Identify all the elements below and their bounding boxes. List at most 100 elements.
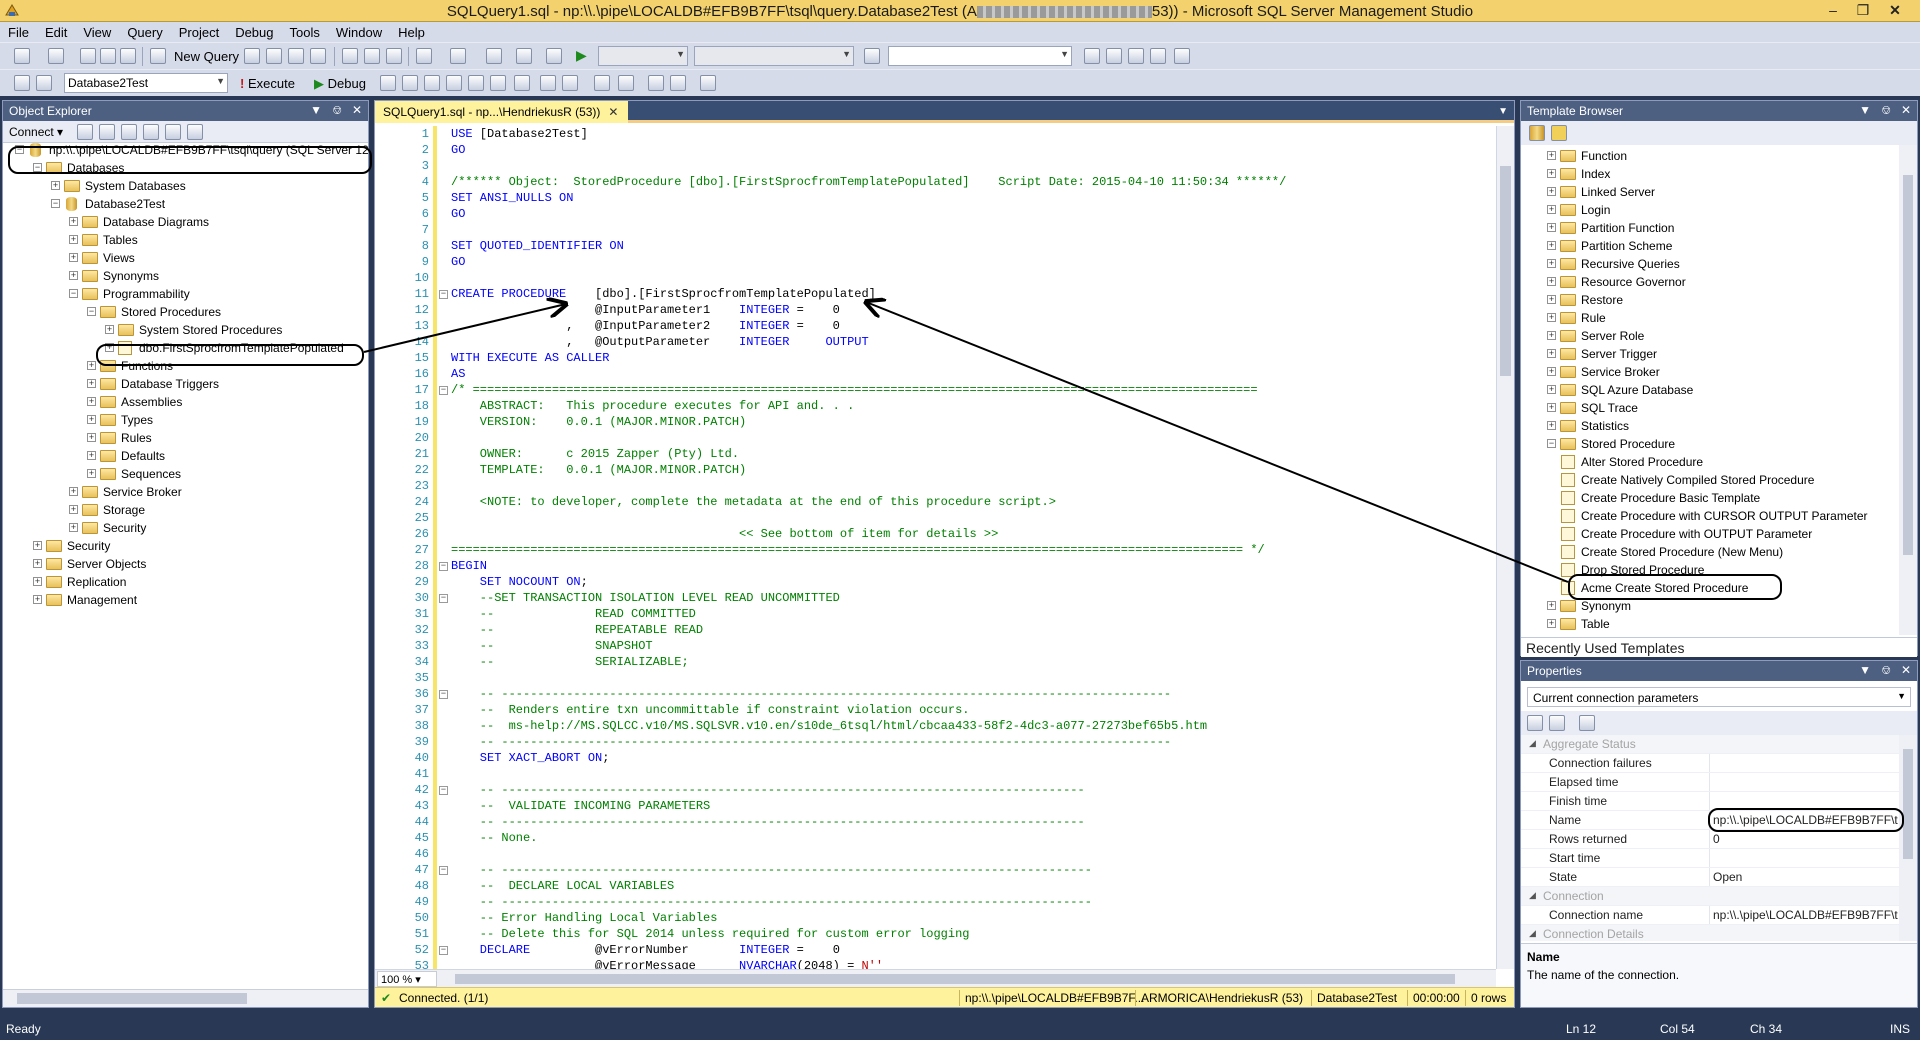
open-file-icon[interactable]	[80, 48, 96, 64]
actual-plan-icon[interactable]	[490, 75, 506, 91]
code-line[interactable]: 49 -- ----------------------------------…	[375, 894, 1496, 910]
navigate-forward-icon[interactable]	[516, 48, 532, 64]
solution-platform-select[interactable]: ▼	[694, 46, 854, 66]
paste-icon[interactable]	[386, 48, 402, 64]
code-line[interactable]: 52 − DECLARE @vErrorNumber INTEGER = 0	[375, 942, 1496, 958]
properties-object-select[interactable]: Current connection parameters ▼	[1527, 687, 1911, 707]
code-line[interactable]: 25	[375, 510, 1496, 526]
pin-icon[interactable]: ⎊	[332, 103, 342, 118]
property-row[interactable]: State Open	[1521, 868, 1899, 887]
code-line[interactable]: 30 − --SET TRANSACTION ISOLATION LEVEL RE…	[375, 590, 1496, 606]
analysis-services-templates-icon[interactable]	[1551, 125, 1567, 141]
code-line[interactable]: 1 USE [Database2Test]	[375, 126, 1496, 142]
change-connection-icon[interactable]	[36, 75, 52, 91]
increase-indent-icon[interactable]	[670, 75, 686, 91]
collapse-region-icon[interactable]: −	[439, 690, 448, 699]
object-explorer-hscroll[interactable]	[3, 989, 368, 1007]
code-line[interactable]: 33 -- SNAPSHOT	[375, 638, 1496, 654]
expand-icon[interactable]: +	[87, 379, 96, 388]
code-line[interactable]: 36 − -- ---------------------------------…	[375, 686, 1496, 702]
code-line[interactable]: 32 -- REPEATABLE READ	[375, 622, 1496, 638]
code-line[interactable]: 44 -- ----------------------------------…	[375, 814, 1496, 830]
category-collapse-icon[interactable]: ◢	[1529, 928, 1536, 939]
expand-icon[interactable]: +	[33, 559, 42, 568]
expand-icon[interactable]: +	[1547, 259, 1556, 268]
code-line[interactable]: 17 −/* ==================================…	[375, 382, 1496, 398]
expand-icon[interactable]: +	[1547, 277, 1556, 286]
code-line[interactable]: 27 ======================================…	[375, 542, 1496, 558]
collapse-region-icon[interactable]: −	[439, 594, 448, 603]
query-document-tab[interactable]: SQLQuery1.sql - np...\HendriekusR (53)) ✕	[375, 101, 629, 123]
expand-icon[interactable]: +	[1547, 421, 1556, 430]
minimize-button[interactable]: –	[1818, 0, 1848, 20]
comment-icon[interactable]	[594, 75, 610, 91]
save-icon[interactable]	[100, 48, 116, 64]
code-line[interactable]: 21 OWNER: c 2015 Zapper (Pty) Ltd.	[375, 446, 1496, 462]
filter-icon[interactable]	[143, 124, 159, 140]
expand-icon[interactable]: +	[1547, 187, 1556, 196]
property-row[interactable]: Connection failures	[1521, 754, 1899, 773]
menu-tools[interactable]: Tools	[282, 22, 328, 40]
copy-icon[interactable]	[364, 48, 380, 64]
code-line[interactable]: 39 -- ----------------------------------…	[375, 734, 1496, 750]
expand-icon[interactable]: +	[33, 577, 42, 586]
navigate-backward-icon[interactable]	[486, 48, 502, 64]
code-line[interactable]: 19 VERSION: 0.0.1 (MAJOR.MINOR.PATCH)	[375, 414, 1496, 430]
code-line[interactable]: 13 , @InputParameter2 INTEGER = 0	[375, 318, 1496, 334]
close-panel-icon[interactable]: ✕	[352, 103, 362, 117]
execute-button[interactable]: ! Execute	[240, 76, 295, 91]
xmla-query-icon[interactable]	[310, 48, 326, 64]
code-line[interactable]: 37 -- Renders entire txn uncommittable i…	[375, 702, 1496, 718]
code-line[interactable]: 15 WITH EXECUTE AS CALLER	[375, 350, 1496, 366]
find-in-files-icon[interactable]	[864, 48, 880, 64]
code-line[interactable]: 46	[375, 846, 1496, 862]
collapse-icon[interactable]: −	[1547, 439, 1556, 448]
code-line[interactable]: 43 -- VALIDATE INCOMING PARAMETERS	[375, 798, 1496, 814]
zoom-select[interactable]: 100 % ▾	[377, 971, 437, 987]
panel-menu-icon[interactable]: ▼	[1859, 663, 1871, 677]
expand-icon[interactable]: +	[69, 523, 78, 532]
code-line[interactable]: 9 GO	[375, 254, 1496, 270]
new-project-icon[interactable]	[14, 48, 30, 64]
property-category[interactable]: ◢ Connection	[1521, 887, 1899, 906]
expand-icon[interactable]: +	[87, 451, 96, 460]
code-line[interactable]: 28 − BEGIN	[375, 558, 1496, 574]
query-options-icon[interactable]	[446, 75, 462, 91]
collapse-region-icon[interactable]: −	[439, 786, 448, 795]
code-line[interactable]: 47 − -- ---------------------------------…	[375, 862, 1496, 878]
save-all-icon[interactable]	[120, 48, 136, 64]
menu-project[interactable]: Project	[171, 22, 227, 40]
close-button[interactable]: ✕	[1880, 0, 1910, 20]
property-row[interactable]: Start time	[1521, 849, 1899, 868]
new-query-button[interactable]: New Query	[174, 49, 239, 64]
code-line[interactable]: 10	[375, 270, 1496, 286]
template-explorer-icon[interactable]	[1128, 48, 1144, 64]
expand-icon[interactable]: +	[1547, 205, 1556, 214]
collapse-icon[interactable]: −	[87, 307, 96, 316]
expand-icon[interactable]: +	[69, 271, 78, 280]
expand-icon[interactable]: +	[87, 469, 96, 478]
panel-menu-icon[interactable]: ▼	[310, 103, 322, 117]
collapse-region-icon[interactable]: −	[439, 290, 448, 299]
category-collapse-icon[interactable]: ◢	[1529, 738, 1536, 749]
expand-icon[interactable]: +	[33, 541, 42, 550]
expand-icon[interactable]: +	[1547, 169, 1556, 178]
expand-icon[interactable]: +	[1547, 367, 1556, 376]
expand-icon[interactable]: +	[1547, 331, 1556, 340]
code-line[interactable]: 20	[375, 430, 1496, 446]
disconnect-icon[interactable]	[99, 124, 115, 140]
property-row[interactable]: Rows returned 0	[1521, 830, 1899, 849]
object-explorer-icon[interactable]	[1106, 48, 1122, 64]
code-line[interactable]: 42 − -- ---------------------------------…	[375, 782, 1496, 798]
expand-icon[interactable]: +	[1547, 313, 1556, 322]
code-line[interactable]: 50 -- Error Handling Local Variables	[375, 910, 1496, 926]
collapse-icon[interactable]: −	[69, 289, 78, 298]
analysis-query-icon[interactable]	[266, 48, 282, 64]
expand-icon[interactable]: +	[1547, 223, 1556, 232]
code-line[interactable]: 7	[375, 222, 1496, 238]
specify-template-values-icon[interactable]	[700, 75, 716, 91]
code-line[interactable]: 4 /****** Object: StoredProcedure [dbo].[…	[375, 174, 1496, 190]
panel-menu-icon[interactable]: ▼	[1859, 103, 1871, 117]
pin-icon[interactable]: ⎊	[1881, 663, 1891, 678]
pin-icon[interactable]: ⎊	[1881, 103, 1891, 118]
